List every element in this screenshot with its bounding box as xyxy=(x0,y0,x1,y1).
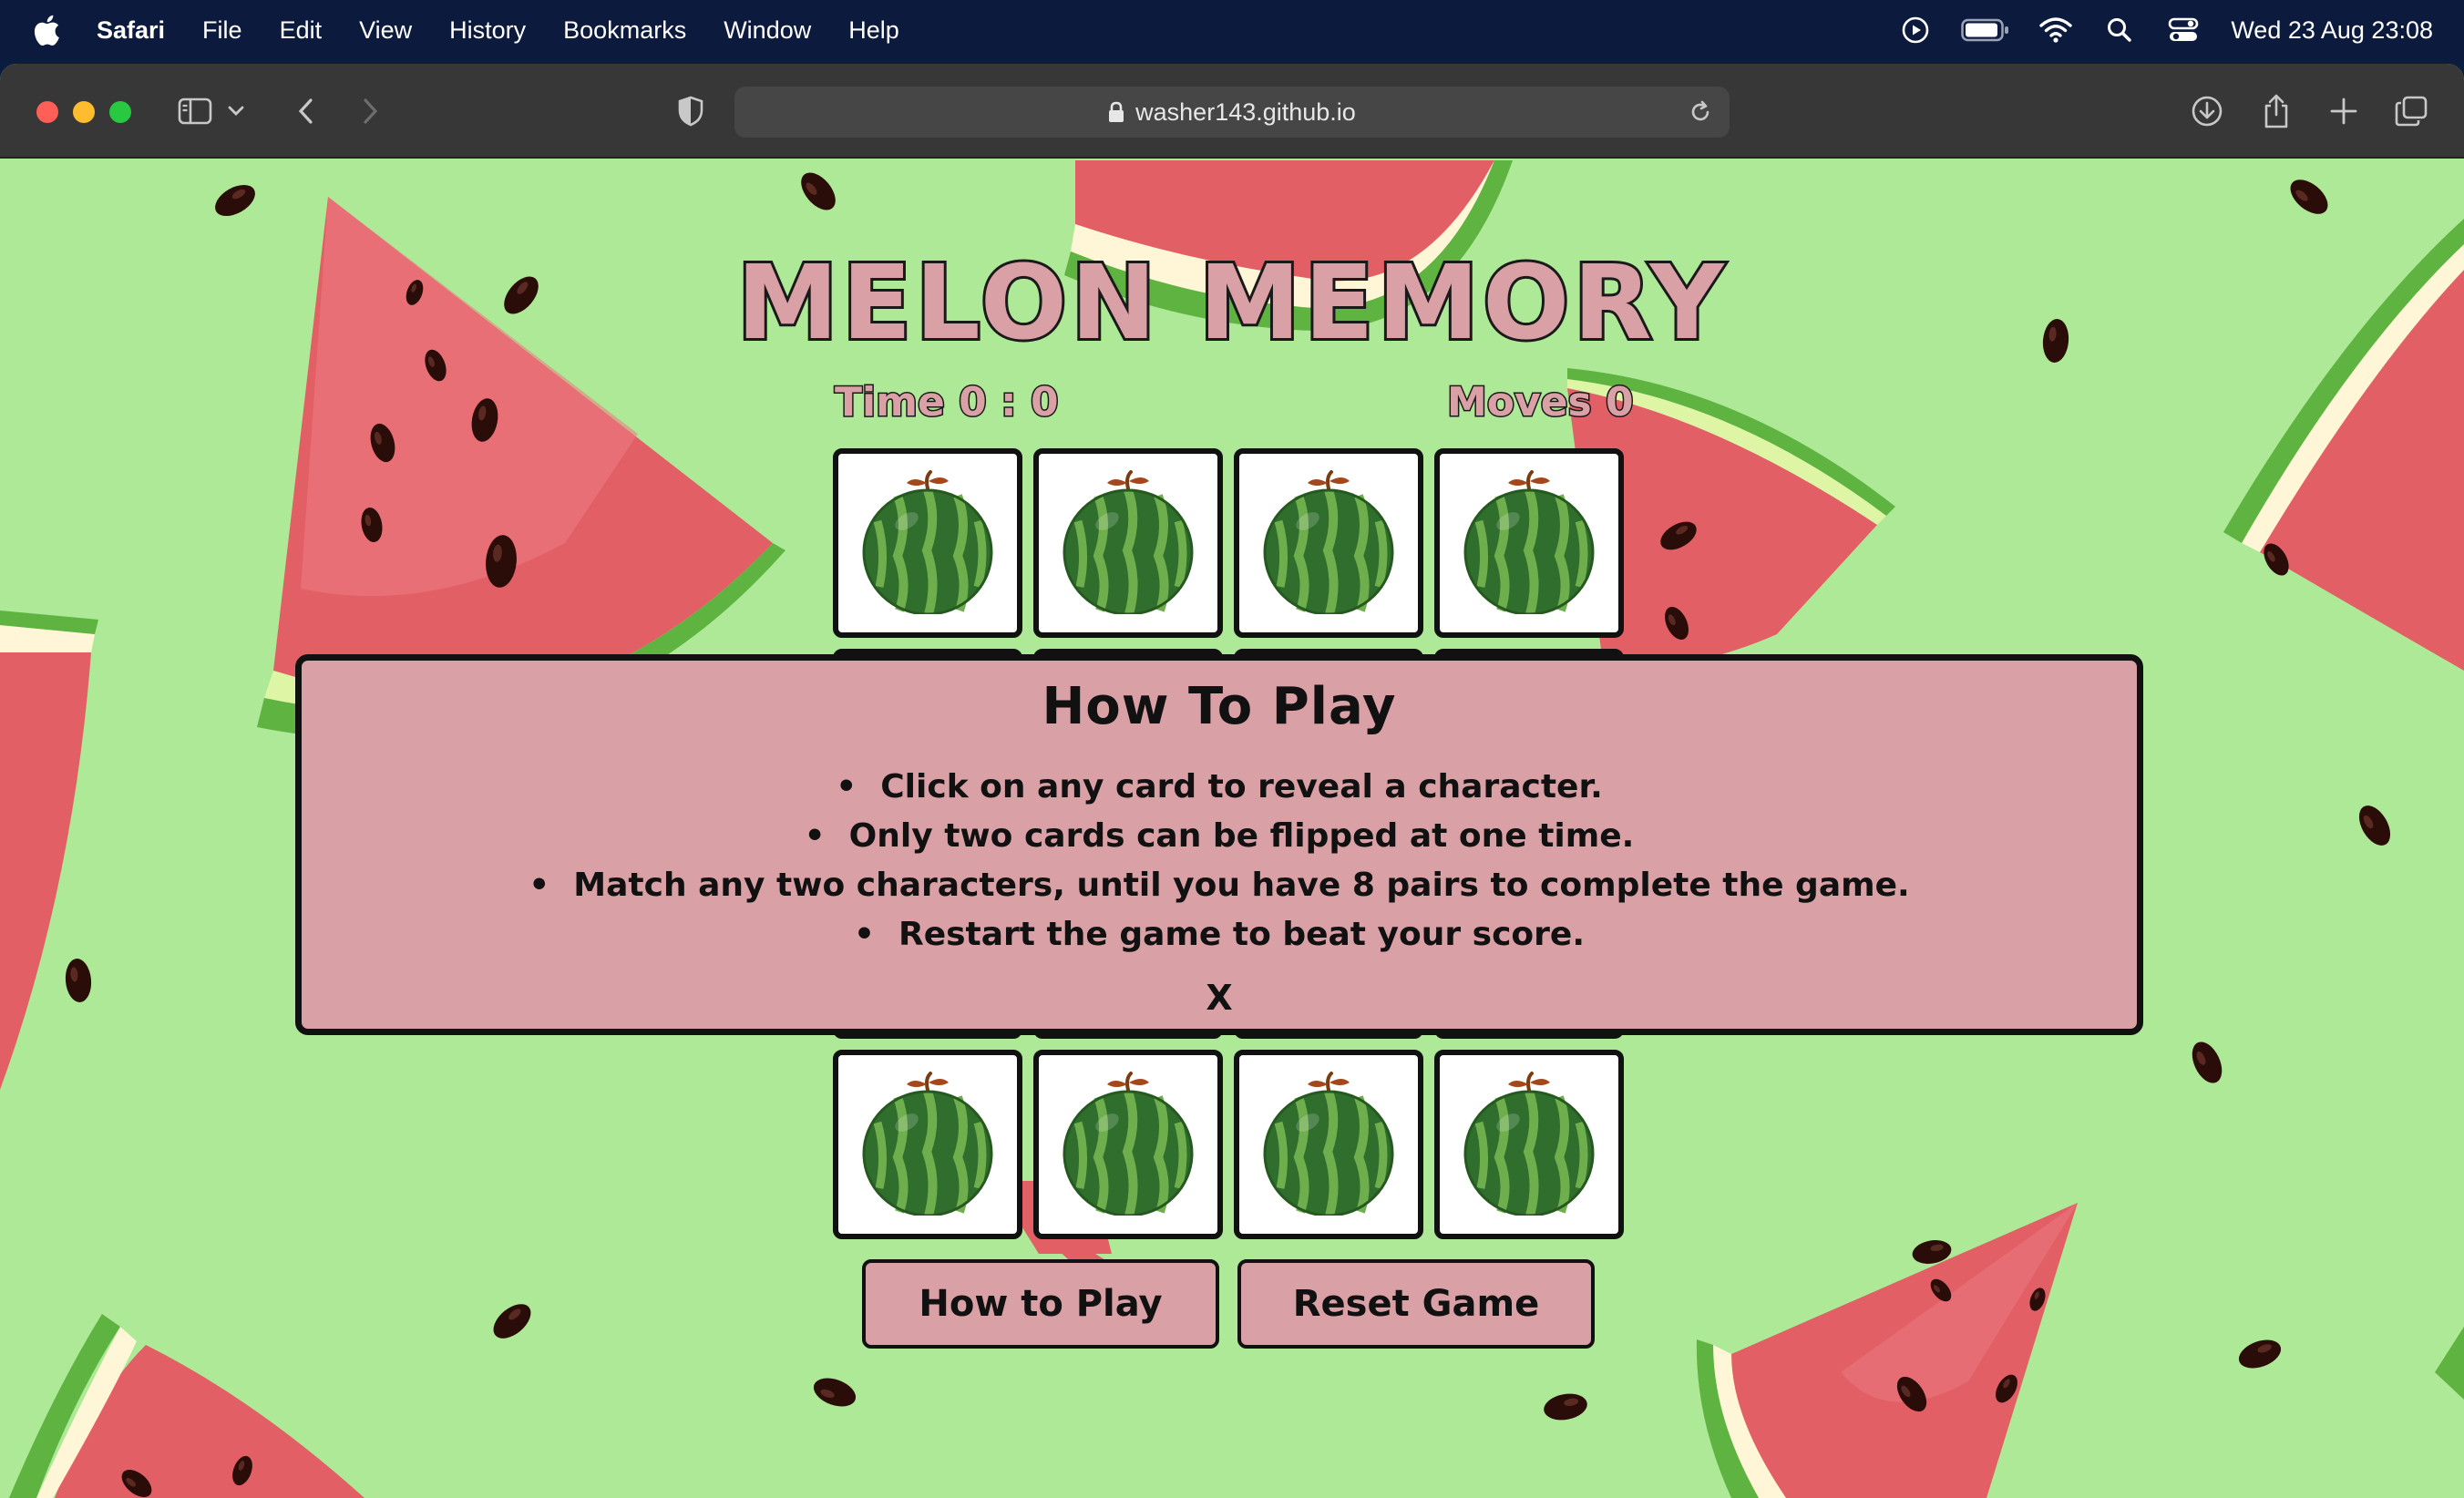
apple-logo-icon[interactable] xyxy=(33,15,60,46)
chevron-down-icon[interactable] xyxy=(222,91,250,131)
control-center-icon[interactable] xyxy=(2165,12,2202,48)
watermelon-icon xyxy=(1060,1070,1196,1219)
rule-item: Click on any card to reveal a character. xyxy=(302,763,2137,812)
menu-bar-clock[interactable]: Wed 23 Aug 23:08 xyxy=(2231,16,2433,45)
menu-edit[interactable]: Edit xyxy=(280,16,323,45)
menu-view[interactable]: View xyxy=(359,16,412,45)
url-text: washer143.github.io xyxy=(1135,97,1356,126)
moves-counter: Moves 0 xyxy=(1446,378,1636,427)
menu-bookmarks[interactable]: Bookmarks xyxy=(563,16,686,45)
reload-icon[interactable] xyxy=(1688,99,1713,125)
lock-icon xyxy=(1109,101,1124,122)
memory-card[interactable] xyxy=(1434,1050,1624,1239)
macos-menu-bar: Safari File Edit View History Bookmarks … xyxy=(0,0,2464,60)
menu-history[interactable]: History xyxy=(449,16,526,45)
watermelon-icon xyxy=(1260,1070,1397,1219)
minimize-window-button[interactable] xyxy=(73,101,95,123)
watermelon-icon xyxy=(859,468,996,618)
back-icon[interactable] xyxy=(284,91,328,131)
memory-card[interactable] xyxy=(1234,1050,1423,1239)
download-icon[interactable] xyxy=(2185,91,2229,131)
menu-window[interactable]: Window xyxy=(724,16,811,45)
memory-card[interactable] xyxy=(1033,448,1223,638)
watermelon-icon xyxy=(1060,468,1196,618)
close-window-button[interactable] xyxy=(36,101,58,123)
rules-list: Click on any card to reveal a character.… xyxy=(302,763,2137,959)
watermelon-icon xyxy=(1461,1070,1597,1219)
game-title: MELON MEMORY xyxy=(734,241,1728,365)
address-bar[interactable]: washer143.github.io xyxy=(734,87,1730,138)
new-tab-icon[interactable] xyxy=(2322,91,2366,131)
battery-icon[interactable] xyxy=(1961,12,2010,48)
rule-item: Restart the game to beat your score. xyxy=(302,910,2137,959)
sidebar-icon[interactable] xyxy=(173,91,217,131)
forward-icon[interactable] xyxy=(348,91,392,131)
memory-card[interactable] xyxy=(1434,448,1624,638)
reset-game-button[interactable]: Reset Game xyxy=(1237,1259,1595,1349)
memory-card[interactable] xyxy=(1033,1050,1223,1239)
rule-item: Only two cards can be flipped at one tim… xyxy=(302,812,2137,861)
modal-close-button[interactable]: X xyxy=(1206,978,1232,1018)
modal-title: How To Play xyxy=(1042,677,1397,736)
tab-overview-icon[interactable] xyxy=(2389,91,2433,131)
zoom-window-button[interactable] xyxy=(109,101,131,123)
watermelon-icon xyxy=(1260,468,1397,618)
watermelon-icon xyxy=(1461,468,1597,618)
memory-card[interactable] xyxy=(833,1050,1022,1239)
privacy-shield-icon[interactable] xyxy=(669,91,713,131)
web-page: MELON MEMORY Time 0 : 0 Moves 0 How to P… xyxy=(0,160,2464,1498)
menu-app-name[interactable]: Safari xyxy=(97,16,165,45)
rule-item: Match any two characters, until you have… xyxy=(302,861,2137,910)
share-icon[interactable] xyxy=(2254,91,2298,131)
wifi-icon[interactable] xyxy=(2038,12,2074,48)
menu-file[interactable]: File xyxy=(202,16,242,45)
memory-card[interactable] xyxy=(1234,448,1423,638)
menu-help[interactable]: Help xyxy=(848,16,899,45)
how-to-play-modal: How To Play Click on any card to reveal … xyxy=(295,654,2143,1035)
timer-display: Time 0 : 0 xyxy=(834,378,1061,427)
safari-window: washer143.github.io MELON MEMORY Time 0 … xyxy=(0,64,2464,1498)
watermelon-icon xyxy=(859,1070,996,1219)
browser-toolbar: washer143.github.io xyxy=(0,64,2464,159)
how-to-play-button[interactable]: How to Play xyxy=(862,1259,1219,1349)
spotlight-search-icon[interactable] xyxy=(2101,12,2138,48)
play-circle-icon[interactable] xyxy=(1897,12,1934,48)
memory-card[interactable] xyxy=(833,448,1022,638)
